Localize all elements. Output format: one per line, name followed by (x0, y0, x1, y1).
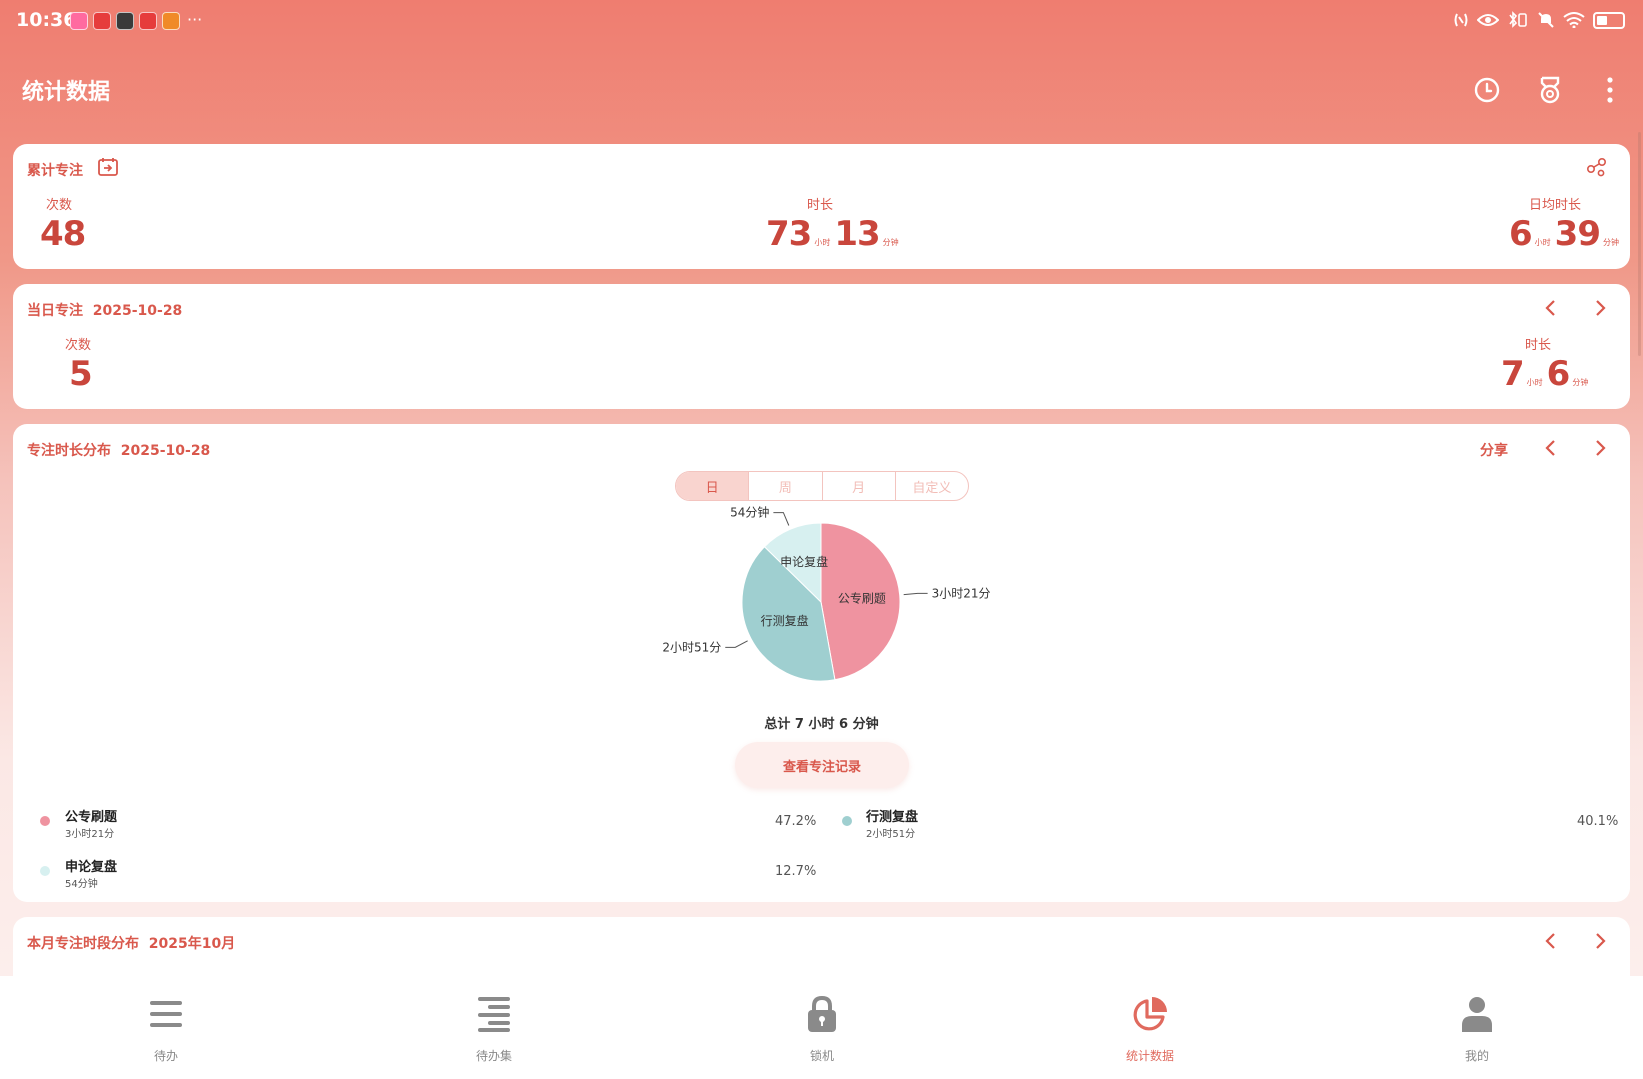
legend-duration: 3小时21分 (65, 829, 115, 840)
view-records-button[interactable]: 查看专注记录 (735, 742, 909, 788)
slice-category-label: 行测复盘 (761, 613, 809, 628)
nav-tab-todo-collection[interactable]: 待办集 (434, 976, 554, 1079)
scrollbar[interactable] (1638, 132, 1641, 356)
nav-tab-statistics[interactable]: 统计数据 (1090, 976, 1210, 1079)
slice-leader-line (725, 640, 748, 648)
todo-list-icon (150, 1001, 182, 1027)
legend-percent: 12.7% (775, 864, 817, 879)
nav-tab-lock[interactable]: 锁机 (762, 976, 882, 1079)
nav-tab-todo[interactable]: 待办 (106, 976, 226, 1079)
lock-icon (808, 995, 836, 1032)
slice-value-label: 54分钟 (730, 505, 769, 520)
next-month-button[interactable] (1587, 927, 1615, 955)
nav-label: 统计数据 (1125, 1049, 1174, 1063)
legend-duration: 54分钟 (65, 879, 98, 890)
todo-collection-icon (478, 997, 510, 1032)
nav-label: 待办集 (475, 1049, 512, 1063)
total-duration: 总计 7 小时 6 分钟 (764, 717, 879, 732)
nav-tab-profile[interactable]: 我的 (1417, 976, 1537, 1079)
legend-percent: 47.2% (775, 814, 817, 829)
slice-leader-line (903, 592, 928, 596)
chevron-left-icon (1545, 933, 1555, 949)
bottom-navigation: 待办 待办集 锁机 统计数据 我的 (0, 976, 1643, 1079)
slice-category-label: 公专刷题 (838, 590, 886, 605)
legend-name: 申论复盘 (65, 860, 118, 875)
slice-leader-line (773, 512, 790, 526)
legend-dot (40, 816, 50, 826)
nav-label: 待办 (153, 1049, 178, 1063)
legend-dot (842, 816, 852, 826)
person-icon (1462, 997, 1492, 1032)
monthly-title: 本月专注时段分布 2025年10月 (27, 936, 236, 952)
legend-percent: 40.1% (1577, 814, 1619, 829)
nav-label: 锁机 (809, 1049, 834, 1063)
nav-label: 我的 (1464, 1049, 1489, 1063)
legend-name: 公专刷题 (65, 810, 118, 825)
prev-month-button[interactable] (1536, 927, 1564, 955)
legend-dot (40, 866, 50, 876)
slice-category-label: 申论复盘 (780, 554, 828, 569)
legend-duration: 2小时51分 (866, 829, 916, 840)
slice-value-label: 2小时51分 (662, 640, 721, 654)
pie-chart-icon (1133, 997, 1167, 1031)
chevron-right-icon (1596, 933, 1606, 949)
slice-value-label: 3小时21分 (932, 586, 991, 600)
legend-name: 行测复盘 (866, 810, 919, 825)
